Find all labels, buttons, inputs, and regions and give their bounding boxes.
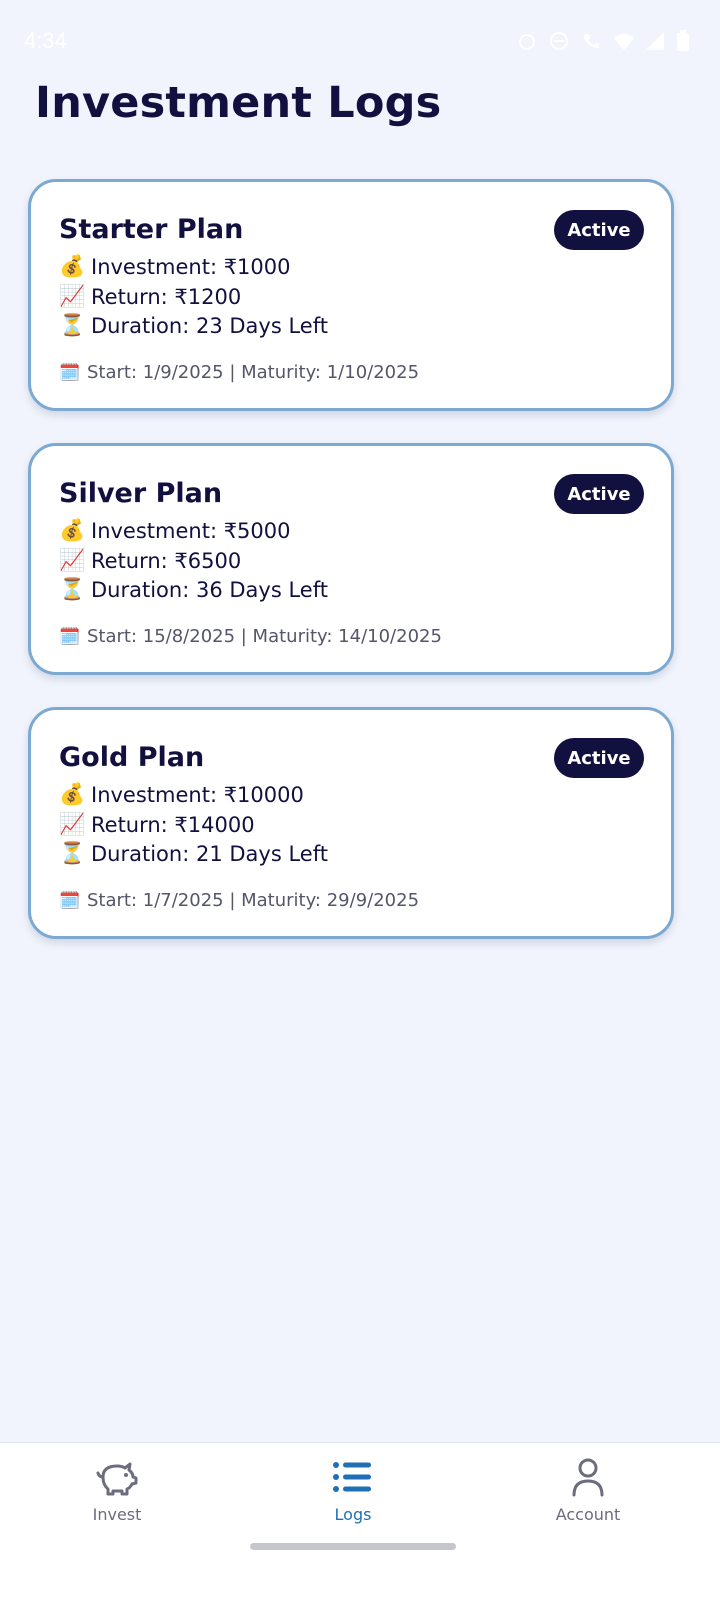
return-amount: Return: ₹14000 (91, 812, 255, 837)
duration-text: Duration: 21 Days Left (91, 841, 328, 866)
status-bar: 4:34 (0, 0, 720, 86)
duration-line: ⏳ Duration: 21 Days Left (59, 841, 328, 866)
date-range: Start: 1/9/2025 | Maturity: 1/10/2025 (87, 362, 420, 383)
user-icon (572, 1458, 604, 1497)
return-line: 📈 Return: ₹1200 (59, 284, 241, 309)
chart-increasing-icon: 📈 (59, 812, 86, 836)
status-badge: Active (554, 738, 644, 778)
piggy-bank-icon (96, 1462, 138, 1496)
duration-line: ⏳ Duration: 36 Days Left (59, 577, 328, 602)
plan-name: Silver Plan (59, 478, 223, 509)
hourglass-icon: ⏳ (59, 577, 86, 601)
investment-amount: Investment: ₹10000 (91, 782, 304, 807)
investment-line: 💰 Investment: ₹1000 (59, 254, 291, 279)
return-line: 📈 Return: ₹14000 (59, 812, 255, 837)
nav-label-account: Account (555, 1505, 621, 1524)
investment-card[interactable]: Gold Plan Active 💰 Investment: ₹10000 📈 … (28, 707, 674, 939)
money-bag-icon: 💰 (59, 782, 86, 806)
investment-amount: Investment: ₹5000 (91, 518, 291, 543)
investment-line: 💰 Investment: ₹5000 (59, 518, 291, 543)
return-line: 📈 Return: ₹6500 (59, 548, 241, 573)
bottom-nav: Invest Logs Account (0, 1442, 720, 1601)
date-line: 🗓️ Start: 1/9/2025 | Maturity: 1/10/2025 (59, 362, 419, 383)
status-badge: Active (554, 210, 644, 250)
page-title: Investment Logs (35, 78, 442, 128)
alarm-icon (516, 30, 538, 52)
hourglass-icon: ⏳ (59, 841, 86, 865)
plan-name: Gold Plan (59, 742, 205, 773)
list-icon (333, 1462, 371, 1492)
return-amount: Return: ₹1200 (91, 284, 242, 309)
status-icons (516, 30, 698, 52)
do-not-disturb-icon (548, 30, 570, 52)
money-bag-icon: 💰 (59, 518, 86, 542)
duration-line: ⏳ Duration: 23 Days Left (59, 313, 328, 338)
duration-text: Duration: 36 Days Left (91, 577, 328, 602)
investment-line: 💰 Investment: ₹10000 (59, 782, 304, 807)
date-range: Start: 1/7/2025 | Maturity: 29/9/2025 (87, 890, 420, 911)
money-bag-icon: 💰 (59, 254, 86, 278)
calendar-icon: 🗓️ (59, 362, 81, 383)
chart-increasing-icon: 📈 (59, 284, 86, 308)
investment-amount: Investment: ₹1000 (91, 254, 291, 279)
hourglass-icon: ⏳ (59, 313, 86, 337)
date-range: Start: 15/8/2025 | Maturity: 14/10/2025 (87, 626, 442, 647)
nav-label-invest: Invest (92, 1505, 142, 1524)
calendar-icon: 🗓️ (59, 890, 81, 911)
battery-icon (676, 30, 698, 52)
calendar-icon: 🗓️ (59, 626, 81, 647)
status-time: 4:34 (24, 28, 67, 53)
nav-item-invest[interactable]: Invest (37, 1457, 197, 1527)
date-line: 🗓️ Start: 15/8/2025 | Maturity: 14/10/20… (59, 626, 442, 647)
investment-card[interactable]: Starter Plan Active 💰 Investment: ₹1000 … (28, 179, 674, 411)
return-amount: Return: ₹6500 (91, 548, 242, 573)
plan-name: Starter Plan (59, 214, 244, 245)
date-line: 🗓️ Start: 1/7/2025 | Maturity: 29/9/2025 (59, 890, 419, 911)
wifi-icon (612, 30, 634, 52)
duration-text: Duration: 23 Days Left (91, 313, 328, 338)
nav-label-logs: Logs (334, 1505, 372, 1524)
signal-icon (644, 30, 666, 52)
status-badge: Active (554, 474, 644, 514)
nav-item-logs[interactable]: Logs (273, 1457, 433, 1527)
investment-card[interactable]: Silver Plan Active 💰 Investment: ₹5000 📈… (28, 443, 674, 675)
chart-increasing-icon: 📈 (59, 548, 86, 572)
home-indicator[interactable] (250, 1543, 456, 1550)
call-icon (580, 30, 602, 52)
nav-item-account[interactable]: Account (508, 1457, 668, 1527)
